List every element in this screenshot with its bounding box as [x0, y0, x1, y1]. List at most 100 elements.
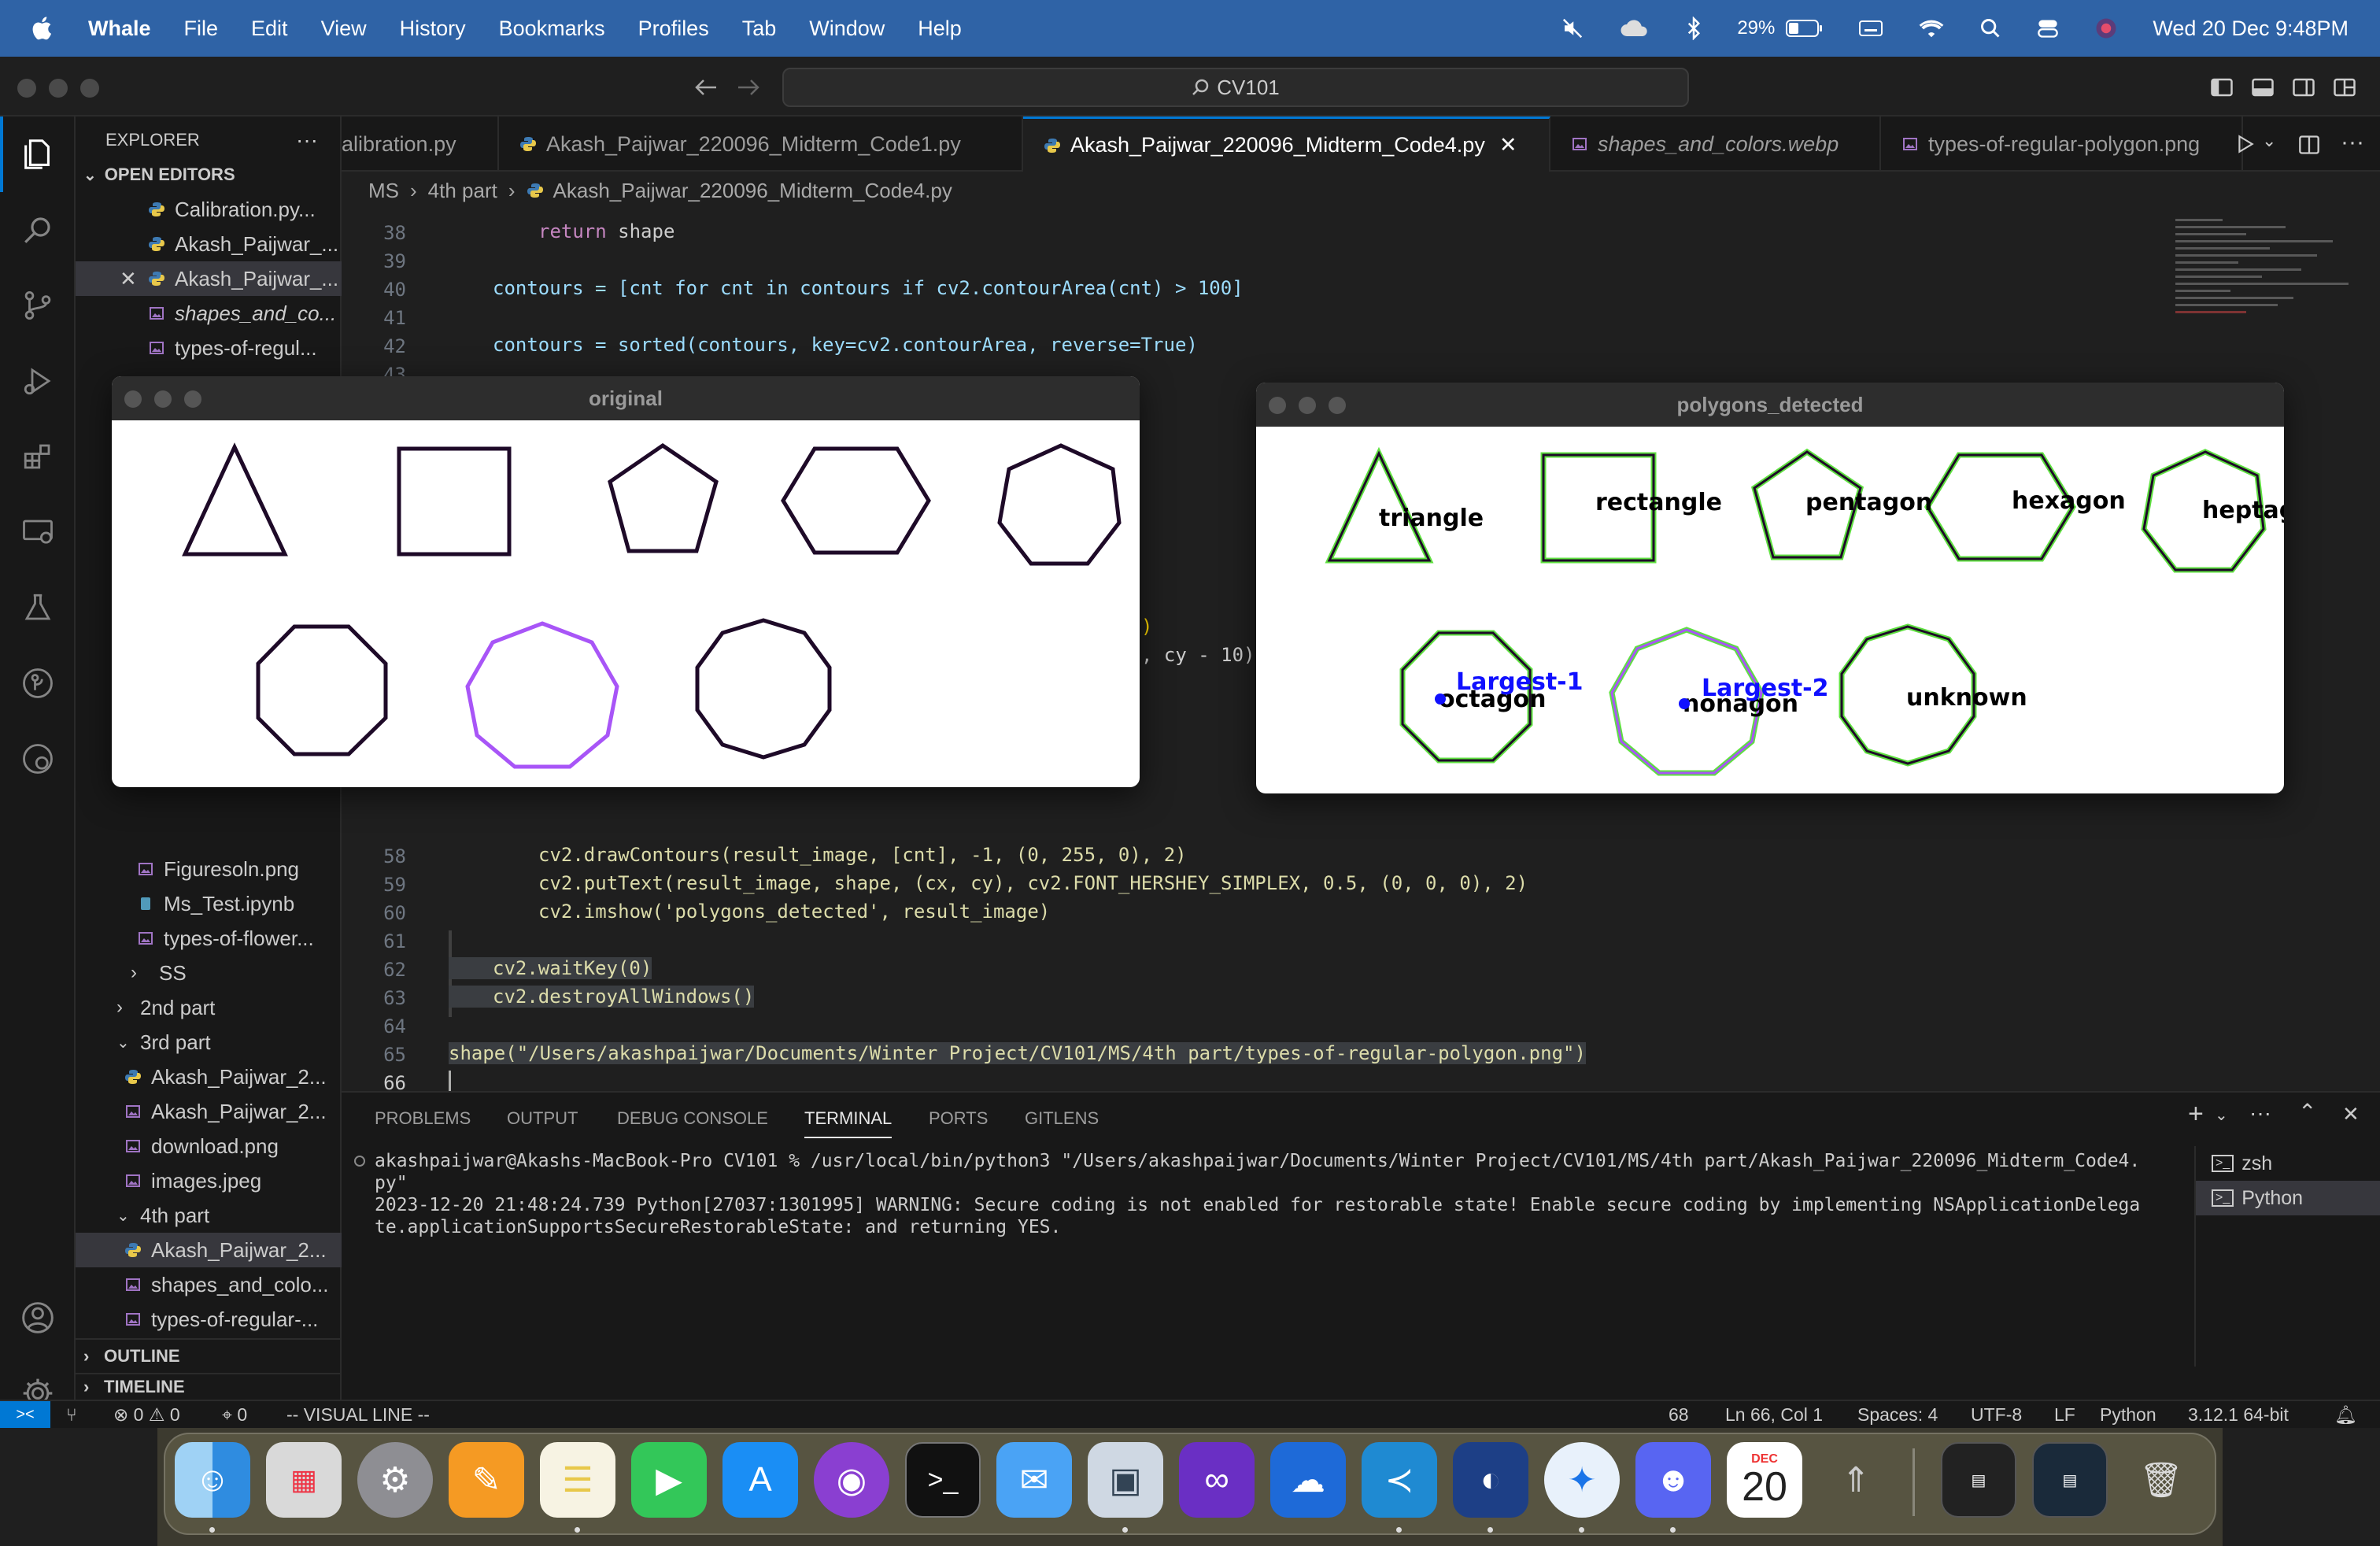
explorer-icon[interactable] [17, 134, 58, 175]
control-center-icon[interactable] [2036, 17, 2060, 39]
remote-explorer-icon[interactable] [17, 512, 58, 553]
github-desktop-icon[interactable]: ◉ [814, 1442, 889, 1518]
menu-help[interactable]: Help [918, 17, 962, 41]
recent-window-thumbnail[interactable]: ▤ [1941, 1442, 2016, 1518]
line-ending[interactable]: LF [2054, 1404, 2075, 1426]
keyboard-icon[interactable] [1858, 18, 1883, 39]
search-icon[interactable] [17, 209, 58, 250]
close-window-button[interactable] [17, 79, 36, 98]
tree-item[interactable]: types-of-flower... [76, 921, 342, 956]
panel-tab-gitlens[interactable]: GITLENS [1025, 1108, 1099, 1129]
panel-tab-ports[interactable]: PORTS [929, 1108, 988, 1129]
tab-calibration[interactable]: alibration.py [342, 117, 499, 172]
calendar-icon[interactable]: DEC 20 [1727, 1442, 1802, 1518]
mute-icon[interactable] [1561, 17, 1584, 40]
language-mode[interactable]: Python [2100, 1404, 2156, 1426]
toggle-secondary-sidebar-icon[interactable] [2292, 76, 2315, 99]
command-center-search[interactable]: CV101 [782, 68, 1689, 107]
pages-icon[interactable]: ✎ [449, 1442, 524, 1518]
new-terminal-icon[interactable]: + [2188, 1099, 2204, 1130]
panel-tab-debug-console[interactable]: DEBUG CONSOLE [617, 1108, 768, 1129]
facetime-icon[interactable]: ▶ [631, 1442, 707, 1518]
ports-status[interactable]: ⌖ 0 [222, 1404, 247, 1426]
gitlens-inspect-icon[interactable] [17, 738, 58, 779]
forward-arrow-icon[interactable] [737, 77, 760, 98]
tree-folder[interactable]: ⌄ 3rd part [76, 1025, 342, 1060]
source-control-icon[interactable] [17, 285, 58, 326]
breadcrumb-folder[interactable]: 4th part [428, 179, 497, 203]
open-editor-item-active[interactable]: ✕ Akash_Paijwar_... [76, 261, 342, 296]
open-editor-item[interactable]: types-of-regul... [76, 331, 342, 365]
run-debug-icon[interactable] [17, 361, 58, 401]
open-editor-item[interactable]: Akash_Paijwar_... [76, 227, 342, 261]
minimize-window-button[interactable] [154, 390, 172, 408]
bell-icon[interactable]: 🔔︎ [2334, 1404, 2357, 1426]
open-editor-item[interactable]: Calibration.py... [76, 192, 342, 227]
tree-folder[interactable]: › 2nd part [76, 990, 342, 1025]
more-actions-icon[interactable]: ··· [2249, 1100, 2271, 1126]
menu-file[interactable]: File [184, 17, 219, 41]
outline-section[interactable]: › OUTLINE [76, 1338, 342, 1373]
tab-code4[interactable]: Akash_Paijwar_220096_Midterm_Code4.py ✕ [1023, 117, 1550, 172]
close-panel-icon[interactable]: ✕ [2342, 1102, 2360, 1126]
menu-edit[interactable]: Edit [251, 17, 288, 41]
close-icon[interactable]: ✕ [120, 267, 148, 291]
python-version[interactable]: 3.12.1 64-bit [2188, 1404, 2289, 1426]
maximize-panel-icon[interactable]: ⌃ [2298, 1099, 2316, 1125]
tree-folder[interactable]: ⌄ 4th part [76, 1198, 342, 1233]
clock[interactable]: Wed 20 Dec 9:48PM [2153, 17, 2349, 41]
cloud-icon[interactable] [1619, 17, 1650, 40]
panel-tab-terminal[interactable]: TERMINAL [804, 1108, 893, 1138]
cv-title-bar[interactable]: polygons_detected [1256, 383, 2284, 427]
toggle-sidebar-icon[interactable] [2210, 76, 2234, 99]
app-store-icon[interactable]: A [722, 1442, 798, 1518]
tree-item[interactable]: Ms_Test.ipynb [76, 886, 342, 921]
terminal-item-python[interactable]: >_ Python [2196, 1181, 2380, 1215]
testing-icon[interactable] [17, 587, 58, 628]
menu-view[interactable]: View [321, 17, 367, 41]
battery-icon[interactable] [1786, 18, 1824, 39]
tree-item[interactable]: Figuresoln.png [76, 852, 342, 886]
menu-bookmarks[interactable]: Bookmarks [499, 17, 605, 41]
gitlens-icon[interactable] [17, 663, 58, 704]
tree-item[interactable]: Akash_Paijwar_2... [76, 1060, 342, 1094]
visual-studio-icon[interactable]: ∞ [1179, 1442, 1255, 1518]
apple-icon[interactable] [30, 15, 57, 42]
siri-icon[interactable] [2094, 17, 2118, 40]
more-actions-icon[interactable]: ··· [296, 128, 318, 153]
tree-item-active[interactable]: Akash_Paijwar_2... [76, 1233, 342, 1267]
rocket-icon[interactable]: ⇑ [1818, 1442, 1894, 1518]
terminal-icon[interactable]: >_ [905, 1442, 981, 1518]
opencv-window-original[interactable]: original [112, 376, 1140, 787]
trash-icon[interactable]: 🗑︎ [2123, 1442, 2199, 1518]
search-icon[interactable] [1979, 17, 2001, 39]
more-actions-icon[interactable]: ··· [2341, 129, 2364, 156]
status-number[interactable]: 68 [1669, 1404, 1689, 1426]
menu-profiles[interactable]: Profiles [638, 17, 709, 41]
tab-shapes-webp[interactable]: shapes_and_colors.webp [1550, 117, 1881, 172]
branch-icon[interactable]: ⑂ [66, 1404, 77, 1426]
menu-history[interactable]: History [400, 17, 466, 41]
safari-icon[interactable]: ✦ [1544, 1442, 1620, 1518]
tree-folder[interactable]: › SS [76, 956, 342, 990]
close-window-button[interactable] [124, 390, 142, 408]
toggle-panel-icon[interactable] [2251, 76, 2275, 99]
mail-icon[interactable]: ✉ [996, 1442, 1072, 1518]
extensions-icon[interactable] [17, 436, 58, 477]
panel-tab-problems[interactable]: PROBLEMS [375, 1108, 471, 1129]
wifi-icon[interactable] [1918, 17, 1945, 39]
zoom-window-button[interactable] [80, 79, 99, 98]
tree-item[interactable]: types-of-regular-... [76, 1302, 342, 1337]
zoom-window-button[interactable] [184, 390, 201, 408]
terminal-item-zsh[interactable]: >_ zsh [2196, 1146, 2380, 1181]
recent-window-thumbnail[interactable]: ▤ [2032, 1442, 2108, 1518]
menu-window[interactable]: Window [809, 17, 885, 41]
problems-status[interactable]: ⊗ 0 ⚠ 0 [113, 1404, 180, 1426]
launchpad-icon[interactable]: ▦ [266, 1442, 342, 1518]
account-icon[interactable] [17, 1297, 58, 1338]
opencv-window-detected[interactable]: polygons_detected triangle rectangle pen… [1256, 383, 2284, 793]
chevron-down-icon[interactable]: ⌄ [2215, 1105, 2228, 1125]
minimize-window-button[interactable] [1299, 397, 1316, 414]
customize-layout-icon[interactable] [2333, 76, 2356, 99]
finder-icon[interactable]: ☺ [175, 1442, 250, 1518]
